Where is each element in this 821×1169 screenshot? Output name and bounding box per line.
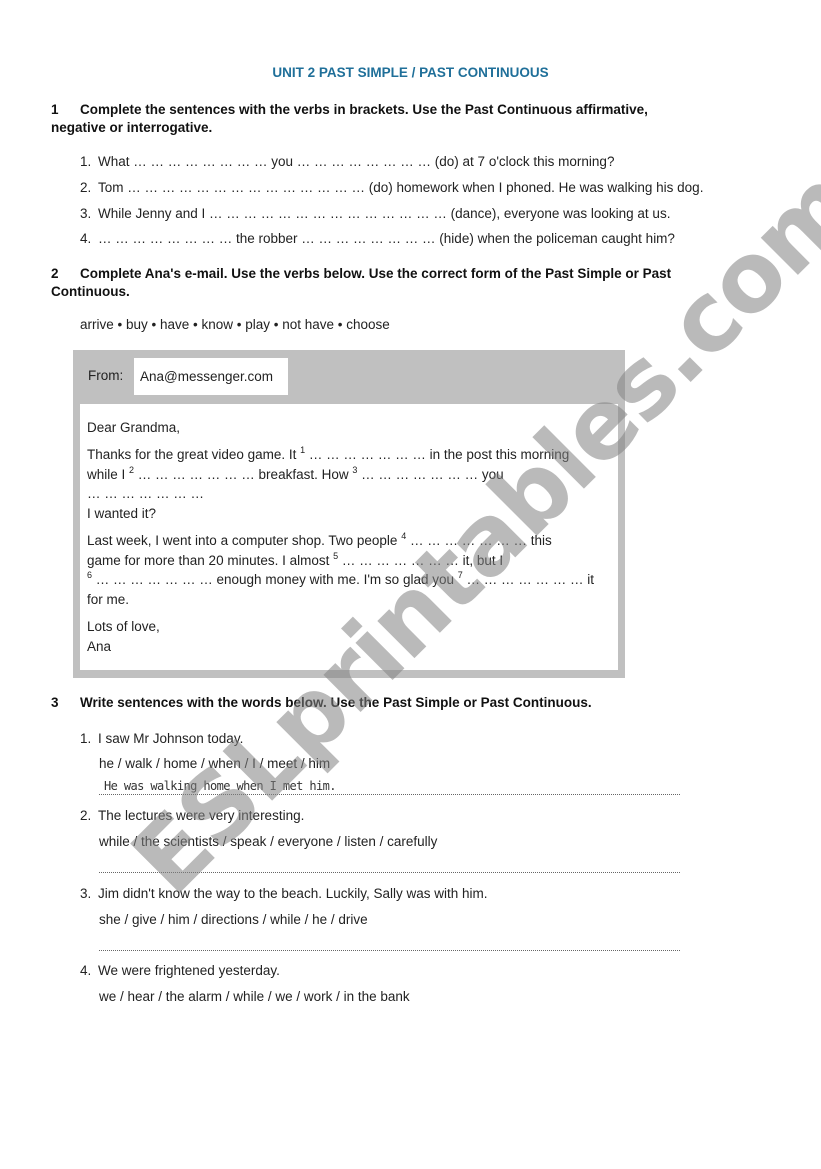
email-paragraph-1: Thanks for the great video game. It 1 … …: [87, 445, 570, 521]
exercise-1-item: 2. Tom … … … … … … … … … … … … … … (do) h…: [80, 180, 704, 195]
section-3-instruction: 3 Write sentences with the words below. U…: [51, 695, 592, 710]
from-label: From:: [88, 368, 124, 383]
exercise-3-context: 2. The lectures were very interesting.: [80, 808, 305, 823]
exercise-3-words: we / hear / the alarm / while / we / wor…: [99, 989, 410, 1004]
section-1-number: 1: [51, 102, 59, 117]
from-field: Ana@messenger.com: [134, 358, 288, 395]
word-bank: arrive • buy • have • know • play • not …: [80, 317, 390, 332]
answer-line[interactable]: [99, 936, 680, 951]
email-signature: Ana: [87, 638, 112, 654]
email-paragraph-2: Last week, I went into a computer shop. …: [87, 531, 595, 607]
exercise-3-context: 4. We were frightened yesterday.: [80, 963, 280, 978]
exercise-3-words: he / walk / home / when / I / meet / him: [99, 756, 331, 771]
exercise-1-item: 4.… … … … … … … … the robber … … … … … ……: [80, 231, 675, 246]
answer-line[interactable]: [99, 858, 680, 873]
email-body: Dear Grandma, Thanks for the great video…: [80, 404, 618, 670]
email-greeting: Dear Grandma,: [87, 420, 181, 435]
exercise-3-words: she / give / him / directions / while / …: [99, 912, 368, 927]
section-2-number: 2: [51, 266, 59, 281]
worksheet-title: UNIT 2 PAST SIMPLE / PAST CONTINUOUS: [272, 65, 549, 80]
exercise-1-item: 1. What … … … … … … … … you … … … … … … ……: [80, 154, 615, 169]
exercise-3-context: 3. Jim didn't know the way to the beach. …: [80, 886, 488, 901]
email-box: From: Ana@messenger.com Dear Grandma, Th…: [73, 350, 625, 678]
section-3-number: 3: [51, 695, 59, 710]
exercise-1-item: 3. While Jenny and I … … … … … … … … … … …: [80, 206, 671, 221]
exercise-3-context: 1. I saw Mr Johnson today.: [80, 731, 244, 746]
section-1-instruction: 1 Complete the sentences with the verbs i…: [51, 102, 648, 135]
section-2-instruction: 2 Complete Ana's e-mail. Use the verbs be…: [51, 266, 672, 299]
email-closing: Lots of love, Ana: [87, 619, 160, 654]
exercise-3-words: while / the scientists / speak / everyon…: [99, 834, 438, 849]
answer-text: He was walking home when I met him.: [104, 779, 336, 793]
